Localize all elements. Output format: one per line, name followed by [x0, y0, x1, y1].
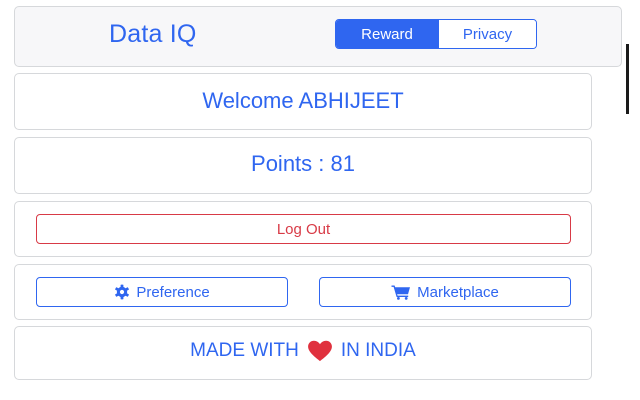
preference-label: Preference: [136, 283, 210, 301]
brand-title: Data IQ: [109, 20, 197, 48]
page: Data IQ Reward Privacy Welcome ABHIJEET …: [0, 0, 640, 400]
tab-group: Reward Privacy: [335, 19, 537, 49]
points-card: Points : 81: [14, 137, 592, 194]
welcome-text: Welcome ABHIJEET: [202, 88, 404, 113]
tab-privacy[interactable]: Privacy: [438, 20, 536, 48]
marketplace-button[interactable]: Marketplace: [319, 277, 571, 307]
footer-text: MADE WITH IN INDIA: [15, 340, 591, 362]
logout-card: Log Out: [14, 201, 592, 257]
header-bar: Data IQ Reward Privacy: [14, 6, 622, 67]
heart-icon: [306, 340, 334, 362]
preference-button[interactable]: Preference: [36, 277, 288, 307]
actions-card: Preference Marketplace: [14, 264, 592, 320]
welcome-card: Welcome ABHIJEET: [14, 73, 592, 130]
cart-icon: [391, 284, 411, 300]
footer-suffix: IN INDIA: [340, 340, 416, 361]
points-text: Points : 81: [251, 151, 355, 176]
tab-reward[interactable]: Reward: [336, 20, 438, 48]
gear-icon: [114, 284, 130, 300]
window-edge: [626, 44, 629, 114]
logout-button[interactable]: Log Out: [36, 214, 571, 244]
footer-card: MADE WITH IN INDIA: [14, 326, 592, 380]
footer-prefix: MADE WITH: [190, 340, 299, 361]
marketplace-label: Marketplace: [417, 283, 499, 301]
